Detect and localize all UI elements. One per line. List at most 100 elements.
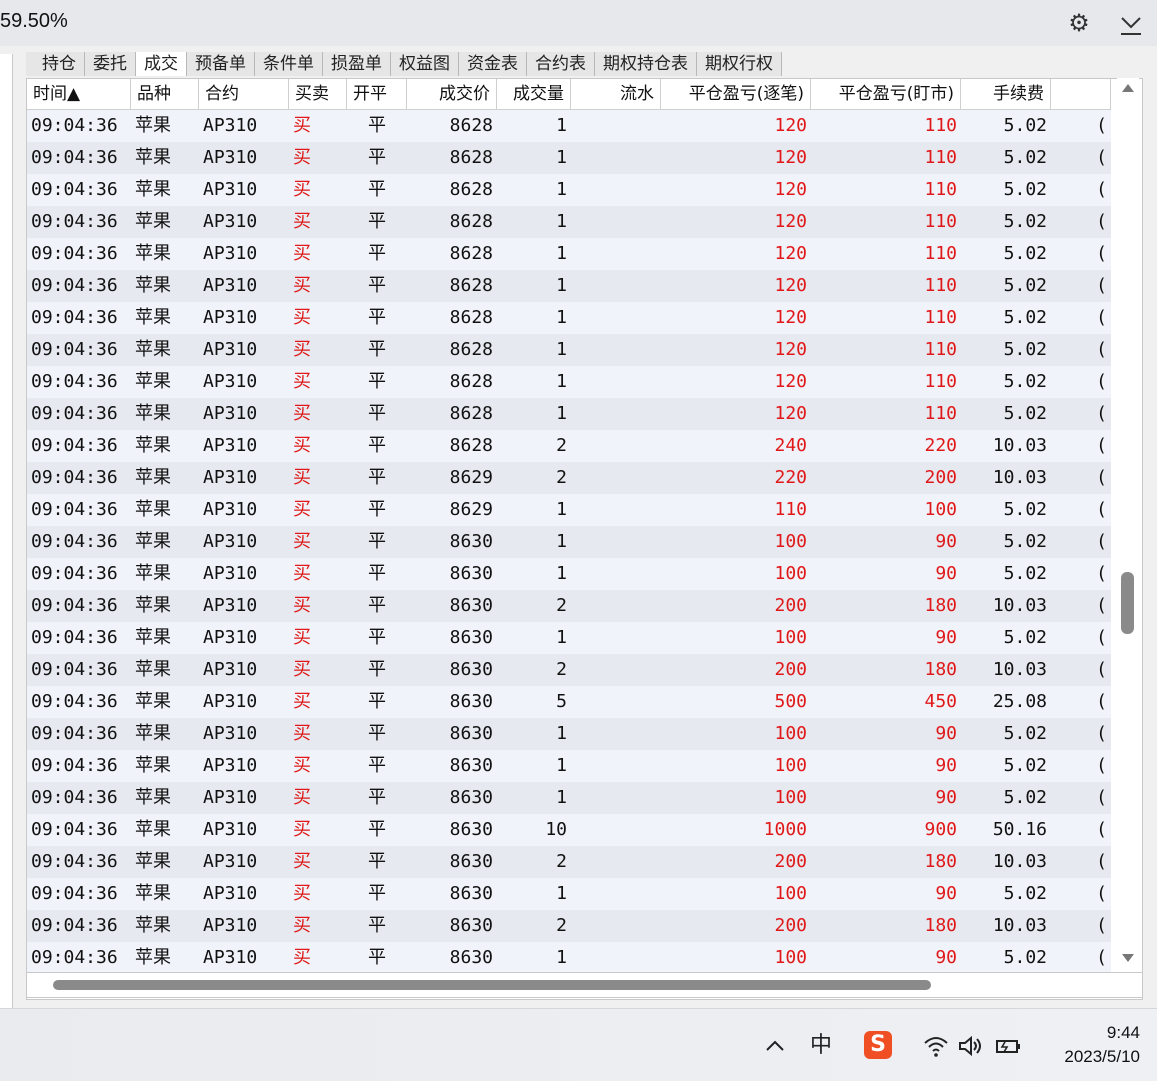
column-header-10[interactable]: 手续费: [961, 79, 1051, 109]
chevron-up-icon[interactable]: [760, 1031, 790, 1061]
table-cell: AP310: [203, 211, 258, 232]
table-row[interactable]: 09:04:36 苹果 AP310 买 平 8628 1 120 110 5.02 (: [27, 206, 1111, 238]
tab-5[interactable]: 损盈单: [323, 52, 391, 76]
tab-3[interactable]: 预备单: [187, 52, 255, 76]
table-cell: 90: [935, 755, 957, 776]
table-cell: 5.02: [1003, 563, 1047, 584]
table-row[interactable]: 09:04:36 苹果 AP310 买 平 8629 1 110 100 5.02 (: [27, 494, 1111, 526]
table-cell: 2: [556, 915, 567, 936]
volume-icon[interactable]: [955, 1031, 985, 1061]
table-cell: 买: [293, 659, 311, 680]
vertical-scroll-thumb[interactable]: [1121, 572, 1134, 634]
tab-6[interactable]: 权益图: [391, 52, 459, 76]
system-clock[interactable]: 9:44 2023/5/10: [1040, 1021, 1140, 1069]
tab-8[interactable]: 合约表: [527, 52, 595, 76]
table-row[interactable]: 09:04:36 苹果 AP310 买 平 8630 1 100 90 5.02 (: [27, 750, 1111, 782]
table-cell: 120: [774, 339, 807, 360]
table-row[interactable]: 09:04:36 苹果 AP310 买 平 8630 10 1000 900 50.16 (: [27, 814, 1111, 846]
table-cell: 1: [556, 947, 567, 968]
table-row[interactable]: 09:04:36 苹果 AP310 买 平 8628 1 120 110 5.02 (: [27, 270, 1111, 302]
table-cell: 1: [556, 115, 567, 136]
table-row[interactable]: 09:04:36 苹果 AP310 买 平 8628 1 120 110 5.02 (: [27, 302, 1111, 334]
table-row[interactable]: 09:04:36 苹果 AP310 买 平 8630 1 100 90 5.02 (: [27, 782, 1111, 814]
tab-2[interactable]: 成交: [136, 52, 187, 76]
table-row[interactable]: 09:04:36 苹果 AP310 买 平 8628 1 120 110 5.02 (: [27, 238, 1111, 270]
table-row[interactable]: 09:04:36 苹果 AP310 买 平 8628 1 120 110 5.02 (: [27, 142, 1111, 174]
sogou-icon[interactable]: S: [864, 1031, 892, 1059]
ime-indicator[interactable]: 中: [806, 1031, 836, 1061]
scroll-up-icon[interactable]: [1122, 84, 1134, 92]
column-header-6[interactable]: 成交量: [497, 79, 571, 109]
column-header-3[interactable]: 买卖: [289, 79, 347, 109]
horizontal-scrollbar[interactable]: [26, 972, 1143, 998]
table-cell: 8630: [449, 819, 493, 840]
table-cell: (: [1096, 787, 1107, 808]
tab-1[interactable]: 委托: [85, 52, 136, 76]
table-row[interactable]: 09:04:36 苹果 AP310 买 平 8628 1 120 110 5.02 (: [27, 366, 1111, 398]
column-header-4[interactable]: 开平: [347, 79, 407, 109]
tab-7[interactable]: 资金表: [459, 52, 527, 76]
left-strip: [0, 54, 13, 1012]
grid-rows: 09:04:36 苹果 AP310 买平 8628 1 120 110 5.02(09:04:3…: [27, 110, 1111, 974]
table-row[interactable]: 09:04:36 苹果 AP310 买 平 8628 2 240 220 10.03 (: [27, 430, 1111, 462]
table-cell: 110: [924, 403, 957, 424]
table-cell: [571, 302, 661, 334]
table-cell: [571, 718, 661, 750]
tab-0[interactable]: 持仓: [26, 52, 85, 76]
table-cell: AP310: [203, 819, 258, 840]
column-header-0[interactable]: 时间▲: [27, 79, 131, 109]
vertical-scrollbar[interactable]: [1117, 78, 1139, 968]
table-cell: 1: [556, 883, 567, 904]
table-cell: 8628: [449, 147, 493, 168]
table-row[interactable]: 09:04:36 苹果 AP310 买 平 8630 2 200 180 10.03 (: [27, 654, 1111, 686]
table-row[interactable]: 09:04:36 苹果 AP310 买 平 8630 1 100 90 5.02 (: [27, 558, 1111, 590]
table-cell: 买: [293, 947, 311, 968]
table-cell: (: [1096, 211, 1107, 232]
table-row[interactable]: 09:04:36 苹果 AP310 买 平 8629 2 220 200 10.03 (: [27, 462, 1111, 494]
chevron-down-icon[interactable]: [1118, 8, 1144, 38]
table-row[interactable]: 09:04:36 苹果 AP310 买 平 8630 1 100 90 5.02 (: [27, 942, 1111, 974]
table-row[interactable]: 09:04:36 苹果 AP310 买 平 8630 2 200 180 10.03 (: [27, 846, 1111, 878]
table-cell: 买: [293, 115, 311, 136]
table-row[interactable]: 09:04:36 苹果 AP310 买 平 8628 1 120 110 5.02 (: [27, 174, 1111, 206]
table-cell: 10.03: [992, 467, 1047, 488]
table-cell: (: [1096, 115, 1107, 136]
table-row[interactable]: 09:04:36 苹果 AP310 买 平 8630 2 200 180 10.03 (: [27, 910, 1111, 942]
table-cell: 90: [935, 787, 957, 808]
table-cell: AP310: [203, 435, 258, 456]
column-header-9[interactable]: 平仓盈亏(盯市): [811, 79, 961, 109]
table-cell: 5.02: [1003, 147, 1047, 168]
table-row[interactable]: 09:04:36 苹果 AP310 买 平 8628 1 120 110 5.02 (: [27, 110, 1111, 142]
table-row[interactable]: 09:04:36 苹果 AP310 买 平 8630 2 200 180 10.03 (: [27, 590, 1111, 622]
table-row[interactable]: 09:04:36 苹果 AP310 买 平 8630 5 500 450 25.08 (: [27, 686, 1111, 718]
column-header-7[interactable]: 流水: [571, 79, 661, 109]
table-row[interactable]: 09:04:36 苹果 AP310 买 平 8630 1 100 90 5.02 (: [27, 526, 1111, 558]
table-cell: 买: [293, 595, 311, 616]
table-cell: 110: [924, 147, 957, 168]
gear-icon[interactable]: ⚙: [1066, 10, 1092, 36]
table-cell: 买: [293, 851, 311, 872]
column-header-1[interactable]: 品种: [131, 79, 199, 109]
column-header-2[interactable]: 合约: [199, 79, 289, 109]
column-header-11[interactable]: [1051, 79, 1111, 109]
battery-icon[interactable]: [993, 1031, 1023, 1061]
table-row[interactable]: 09:04:36 苹果 AP310 买 平 8628 1 120 110 5.02 (: [27, 334, 1111, 366]
scroll-down-icon[interactable]: [1122, 954, 1134, 962]
table-row[interactable]: 09:04:36 苹果 AP310 买 平 8630 1 100 90 5.02 (: [27, 622, 1111, 654]
table-cell: (: [1096, 531, 1107, 552]
table-cell: 5.02: [1003, 243, 1047, 264]
tab-4[interactable]: 条件单: [255, 52, 323, 76]
table-row[interactable]: 09:04:36 苹果 AP310 买 平 8628 1 120 110 5.02 (: [27, 398, 1111, 430]
wifi-icon[interactable]: [921, 1031, 951, 1061]
horizontal-scroll-thumb[interactable]: [53, 980, 931, 990]
column-header-8[interactable]: 平仓盈亏(逐笔): [661, 79, 811, 109]
table-cell: 120: [774, 371, 807, 392]
tab-10[interactable]: 期权行权: [697, 52, 782, 76]
table-cell: (: [1096, 563, 1107, 584]
table-cell: 苹果: [135, 883, 171, 904]
table-row[interactable]: 09:04:36 苹果 AP310 买 平 8630 1 100 90 5.02 (: [27, 718, 1111, 750]
table-cell: AP310: [203, 627, 258, 648]
table-row[interactable]: 09:04:36 苹果 AP310 买 平 8630 1 100 90 5.02 (: [27, 878, 1111, 910]
tab-9[interactable]: 期权持仓表: [595, 52, 697, 76]
column-header-5[interactable]: 成交价: [407, 79, 497, 109]
